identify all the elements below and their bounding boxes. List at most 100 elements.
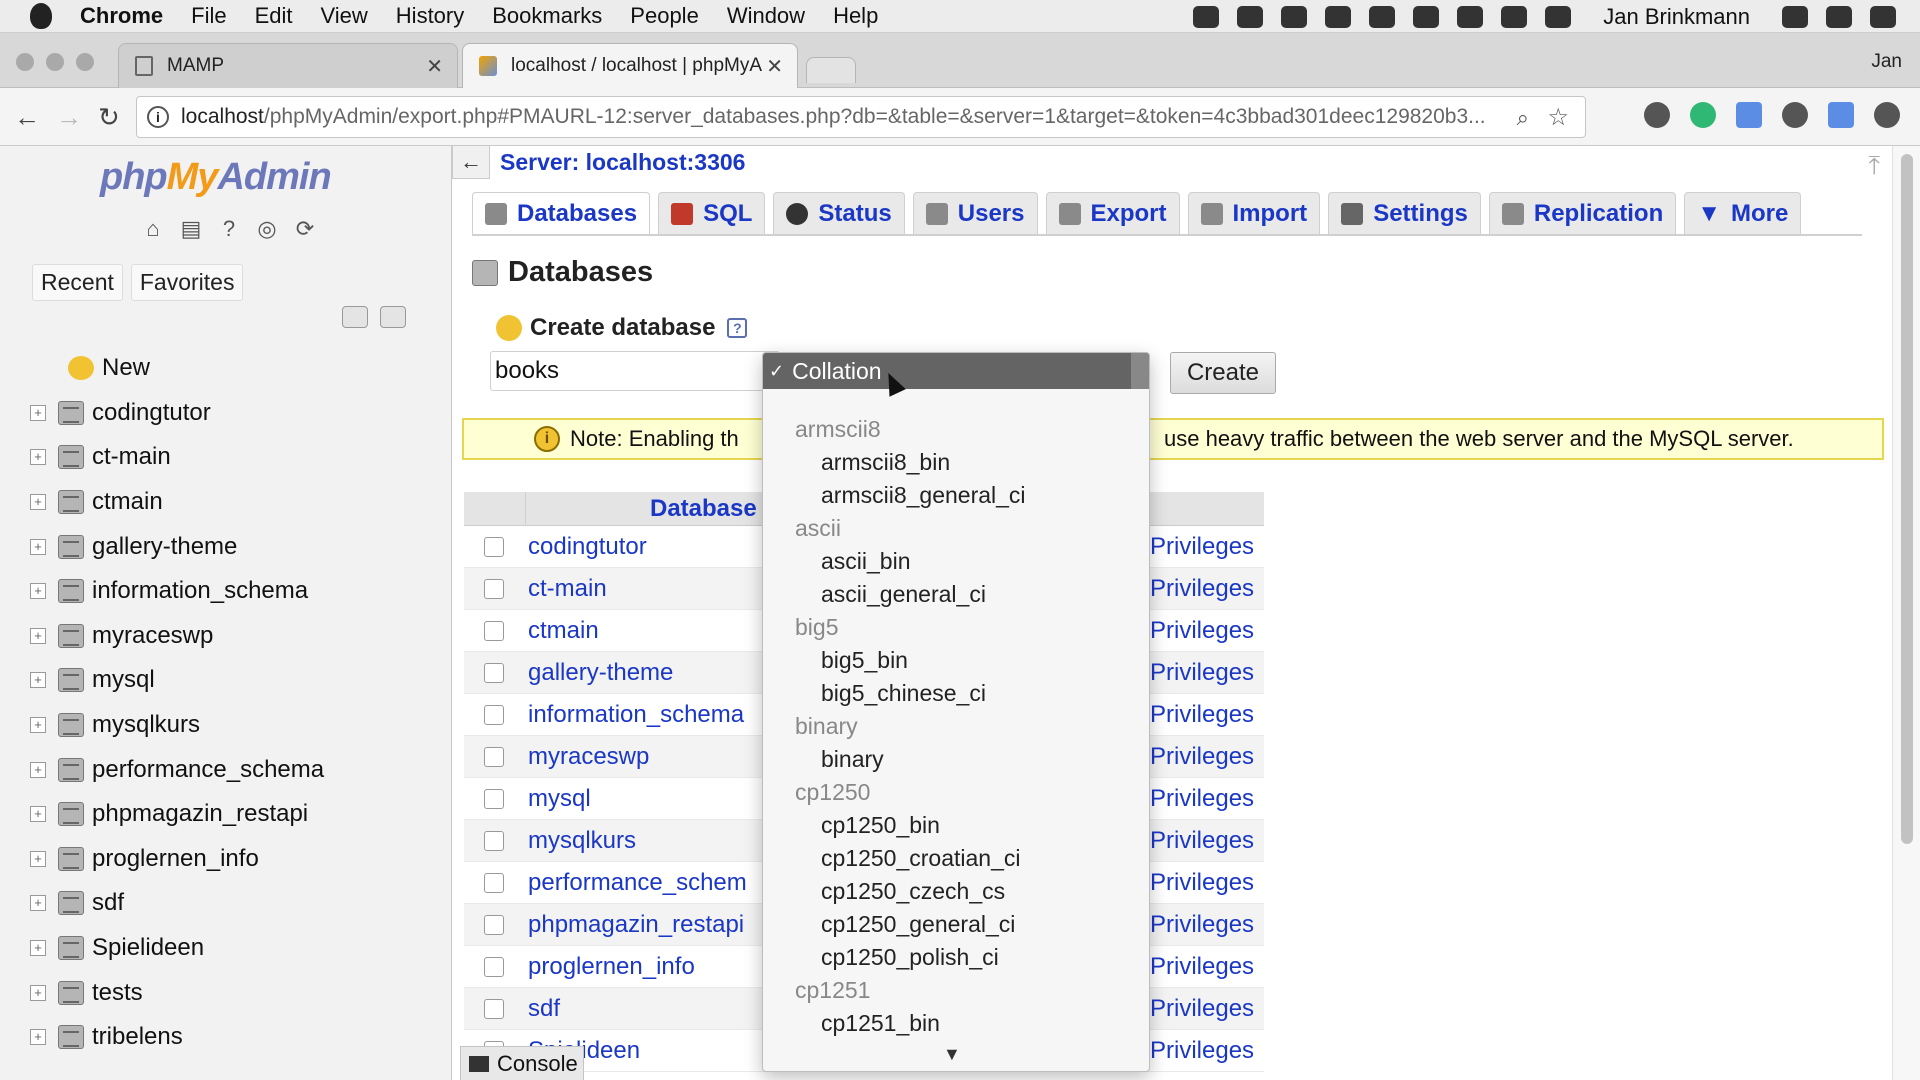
tree-item-label[interactable]: phpmagazin_restapi [92,800,308,828]
expand-icon[interactable]: + [30,404,46,421]
privileges-link[interactable]: Privileges [1150,995,1254,1023]
privileges-link[interactable]: Privileges [1150,533,1254,561]
status-icon-3[interactable] [1325,5,1352,28]
privileges-link[interactable]: Privileges [1150,911,1254,939]
tab-users[interactable]: Users [912,192,1038,234]
status-icon-4[interactable] [1369,5,1396,28]
expand-icon[interactable]: + [30,717,46,734]
zoom-window-button[interactable] [76,53,94,71]
menu-bookmarks[interactable]: Bookmarks [492,3,602,29]
collation-option[interactable]: binary [763,743,1149,776]
menu-file[interactable]: File [191,3,226,29]
main-scrollbar[interactable] [1892,146,1920,1080]
row-checkbox[interactable] [484,620,504,641]
recent-button[interactable]: Recent [32,264,123,301]
tree-item-label[interactable]: gallery-theme [92,533,237,561]
database-link[interactable]: information_schema [528,701,753,729]
collation-option[interactable]: cp1250_general_ci [763,908,1149,941]
privileges-link[interactable]: Privileges [1150,659,1254,687]
forward-icon[interactable]: → [56,102,82,133]
privileges-link[interactable]: Privileges [1150,869,1254,897]
tree-item-db[interactable]: + gallery-theme [30,524,450,569]
privileges-link[interactable]: Privileges [1150,575,1254,603]
expand-icon[interactable]: + [30,895,46,912]
privileges-link[interactable]: Privileges [1150,1037,1254,1065]
scrollbar-thumb[interactable] [1901,154,1913,844]
tree-item-label[interactable]: tests [92,979,143,1007]
tree-item-db[interactable]: + myraceswp [30,614,450,659]
tab-databases[interactable]: Databases [472,192,651,234]
expand-icon[interactable]: + [30,940,46,957]
status-icon-1[interactable] [1193,5,1220,28]
menu-app-chrome[interactable]: Chrome [80,3,163,29]
tab-mamp[interactable]: MAMP ✕ [118,43,458,88]
row-checkbox[interactable] [484,998,504,1019]
tab-export[interactable]: Export [1045,192,1180,234]
collation-option[interactable]: cp1250_polish_ci [763,941,1149,974]
row-checkbox[interactable] [484,956,504,977]
expand-icon[interactable]: + [30,583,46,600]
tree-item-db[interactable]: + tests [30,970,450,1015]
tree-item-label[interactable]: Spielideen [92,934,204,962]
menu-edit[interactable]: Edit [255,3,293,29]
row-checkbox[interactable] [484,788,504,809]
link-with-main-icon[interactable] [380,306,406,328]
database-link[interactable]: mysqlkurs [528,827,753,855]
tree-item-db[interactable]: + codingtutor [30,391,450,436]
expand-icon[interactable]: + [30,494,46,511]
spotlight-icon[interactable] [1782,5,1808,28]
expand-icon[interactable]: + [30,538,46,555]
profile-button[interactable]: Jan [1871,51,1902,73]
privileges-link[interactable]: Privileges [1150,617,1254,645]
tree-item-label[interactable]: sdf [92,889,124,917]
collation-option[interactable]: cp1250_czech_cs [763,875,1149,908]
row-checkbox[interactable] [484,914,504,935]
tab-import[interactable]: Import [1187,192,1321,234]
database-link[interactable]: proglernen_info [528,953,753,981]
close-window-button[interactable] [16,53,34,71]
tree-item-label[interactable]: codingtutor [92,399,211,427]
server-title[interactable]: Server: localhost:3306 [500,149,745,176]
bookmark-star-icon[interactable]: ☆ [1547,103,1569,132]
siri-icon[interactable] [1826,5,1852,28]
collation-option[interactable]: ascii_general_ci [763,578,1149,611]
tree-item-db[interactable]: + ct-main [30,435,450,480]
tree-item-label[interactable]: ct-main [92,443,171,471]
expand-icon[interactable]: + [30,806,46,823]
expand-icon[interactable]: + [30,1029,46,1046]
expand-icon[interactable]: + [30,761,46,778]
chat-icon[interactable] [1501,5,1528,28]
database-link[interactable]: performance_schem [528,869,753,897]
collation-option[interactable]: big5_bin [763,644,1149,677]
home-icon[interactable]: ⌂ [140,216,166,242]
docs-icon[interactable]: ? [216,216,242,242]
row-checkbox[interactable] [484,872,504,893]
row-checkbox[interactable] [484,536,504,557]
database-link[interactable]: gallery-theme [528,659,753,687]
collation-option[interactable]: cp1251_bin [763,1007,1149,1040]
row-checkbox[interactable] [484,662,504,683]
tree-item-db[interactable]: + performance_schema [30,747,450,792]
database-link[interactable]: myraceswp [528,743,753,771]
privileges-link[interactable]: Privileges [1150,953,1254,981]
menu-window[interactable]: Window [727,3,805,29]
devtools-extension-icon[interactable] [1828,102,1854,128]
chrome-menu-icon[interactable] [1874,102,1900,128]
status-icon-5[interactable] [1413,5,1440,28]
tree-item-db[interactable]: + information_schema [30,569,450,614]
reload-navigation-icon[interactable]: ⟳ [292,216,318,242]
privileges-link[interactable]: Privileges [1150,743,1254,771]
tree-item-label[interactable]: ctmain [92,488,163,516]
create-button[interactable]: Create [1170,352,1276,394]
zoom-icon[interactable]: ⌕ [1517,105,1529,131]
status-icon-6[interactable] [1457,5,1484,28]
address-bar[interactable]: i localhost/phpMyAdmin/export.php#PMAURL… [136,96,1586,138]
info-icon[interactable]: i [147,106,169,128]
expand-icon[interactable]: + [30,449,46,466]
menu-history[interactable]: History [396,3,464,29]
tab-more[interactable]: ▼ More [1684,192,1802,234]
menu-view[interactable]: View [321,3,368,29]
database-name-input[interactable]: books [490,351,780,391]
close-tab-icon[interactable]: ✕ [766,54,783,79]
collation-option[interactable]: cp1250_bin [763,809,1149,842]
